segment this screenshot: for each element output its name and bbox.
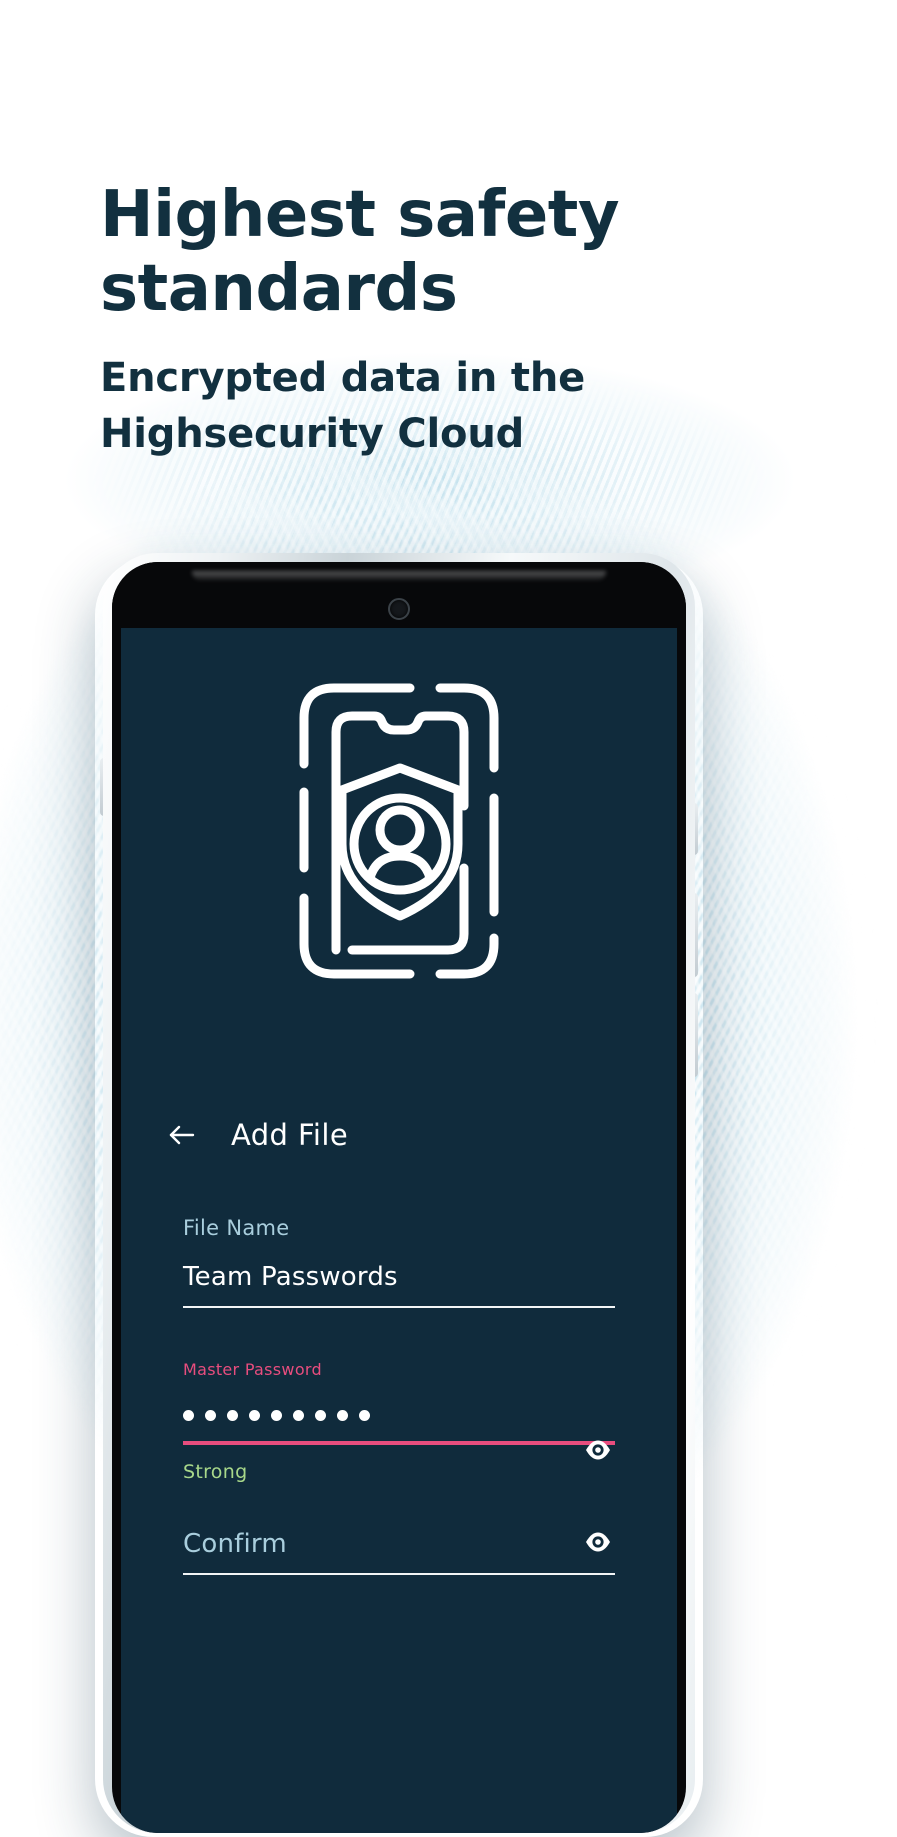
add-file-form: File Name Team Passwords Master Password xyxy=(121,1216,677,1575)
app-bar: Add File xyxy=(121,1094,677,1176)
confirm-password-underline xyxy=(183,1573,615,1575)
subtitle-line-2: Highsecurity Cloud xyxy=(100,411,525,457)
confirm-password-input[interactable]: Confirm xyxy=(183,1529,615,1573)
phone-frame: Add File File Name Team Passwords Master… xyxy=(103,553,695,1833)
subtitle-line-1: Encrypted data in the xyxy=(100,355,586,401)
headline-line-1: Highest safety xyxy=(100,178,620,252)
master-password-field[interactable]: Master Password Strong xyxy=(183,1360,615,1483)
app-screen: Add File File Name Team Passwords Master… xyxy=(121,628,677,1833)
confirm-password-eye-icon[interactable] xyxy=(581,1525,615,1559)
file-name-label: File Name xyxy=(183,1216,290,1240)
master-password-label: Master Password xyxy=(183,1360,322,1379)
headline-line-2: standards xyxy=(100,252,458,326)
password-strength-badge: Strong xyxy=(183,1461,248,1483)
phone-mockup: Add File File Name Team Passwords Master… xyxy=(100,553,698,1833)
password-dot xyxy=(271,1409,282,1421)
password-dot xyxy=(337,1409,348,1421)
master-password-input[interactable] xyxy=(183,1405,615,1441)
password-dot xyxy=(359,1409,370,1421)
app-bar-title: Add File xyxy=(231,1118,349,1152)
page-title: Highest safety standards xyxy=(100,178,800,326)
notch-gloss xyxy=(192,571,606,581)
phone-shield-user-icon xyxy=(290,672,508,990)
file-name-field[interactable]: File Name Team Passwords xyxy=(183,1216,615,1308)
marketing-copy: Highest safety standards Encrypted data … xyxy=(100,178,800,462)
back-arrow-icon[interactable] xyxy=(163,1116,201,1154)
file-name-underline xyxy=(183,1306,615,1308)
password-dot xyxy=(293,1409,304,1421)
password-dot xyxy=(183,1409,194,1421)
page-subtitle: Encrypted data in the Highsecurity Cloud xyxy=(100,350,800,462)
password-dot xyxy=(249,1409,260,1421)
confirm-password-field[interactable]: Confirm xyxy=(183,1529,615,1575)
front-camera-icon xyxy=(388,598,410,620)
phone-bezel: Add File File Name Team Passwords Master… xyxy=(112,562,686,1833)
password-dot xyxy=(315,1409,326,1421)
file-name-input[interactable]: Team Passwords xyxy=(183,1262,615,1306)
master-password-eye-icon[interactable] xyxy=(581,1433,615,1467)
password-dot xyxy=(227,1409,238,1421)
password-dot xyxy=(205,1409,216,1421)
master-password-underline xyxy=(183,1441,615,1445)
